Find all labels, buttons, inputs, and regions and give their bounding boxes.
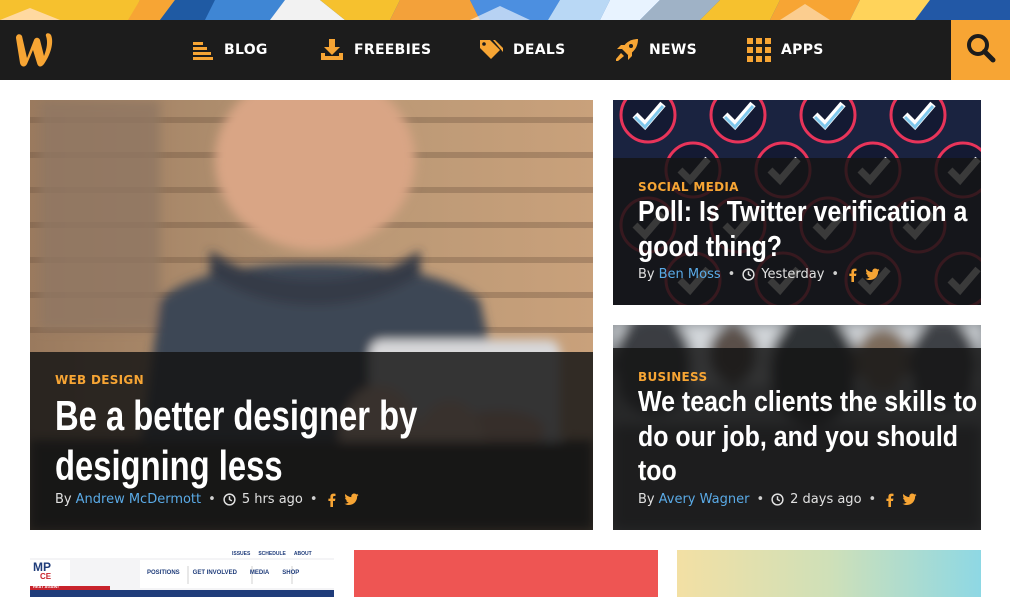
publish-time: 2 days ago [790,492,862,507]
featured-article-title-line: Be a better designer by [55,392,418,439]
bottom-card-site-menu: POSITIONS GET INVOLVED MEDIA SHOP [147,570,299,576]
meta-separator: • [309,492,318,507]
side-article-title-line: too [638,455,677,487]
clock-icon [223,493,236,506]
byline-prefix: By [55,492,72,507]
bottom-card-tagline: REAT AGAIN! [33,584,59,589]
meta-separator: • [868,492,877,507]
twitter-icon[interactable] [902,493,917,507]
publish-time: 5 hrs ago [241,492,303,507]
facebook-icon[interactable] [848,268,857,282]
featured-article-category: WEB DESIGN [55,373,144,387]
side-article-card[interactable]: SOCIAL MEDIA Poll: Is Twitter verificati… [613,100,981,305]
facebook-icon[interactable] [327,493,336,507]
nav-item-freebies-label: FREEBIES [354,42,432,58]
side-article-title[interactable]: We teach clients the skills to do our jo… [638,385,977,489]
clock-icon [742,268,755,281]
author-link[interactable]: Andrew McDermott [76,492,202,507]
side-article-title-line: We teach clients the skills to [638,386,978,418]
bottom-card-nav-item: ISSUES [232,551,251,557]
facebook-icon[interactable] [885,493,894,507]
author-link[interactable]: Ben Moss [659,267,721,282]
bottom-article-card[interactable] [677,550,981,597]
side-article-title-line: Poll: Is Twitter verification a [638,196,968,228]
nav-item-freebies[interactable]: FREEBIES [320,20,431,80]
side-article-meta: By Ben Moss • Yesterday • [638,267,888,282]
publish-time: Yesterday [761,267,825,282]
meta-separator: • [756,492,765,507]
bottom-card-menu-item: MEDIA [249,570,270,576]
bottom-card-logo-sub: CE [40,572,52,581]
side-article-card[interactable]: BUSINESS We teach clients the skills to … [613,325,981,530]
bottom-card-menu-item: SHOP [282,570,300,576]
byline-prefix: By [638,492,655,507]
featured-article-card[interactable]: WEB DESIGN Be a better designer by desig… [30,100,593,530]
meta-separator: • [831,267,840,282]
site-logo[interactable] [12,30,58,70]
bottom-article-card[interactable] [354,550,658,597]
meta-separator: • [727,267,736,282]
download-icon [320,39,344,61]
bottom-card-nav-item: ABOUT [293,551,312,557]
nav-item-apps[interactable]: APPS [747,20,824,80]
blog-icon [192,40,214,60]
side-article-title[interactable]: Poll: Is Twitter verification a good thi… [638,195,967,265]
top-decorative-stripe [0,0,1010,20]
rocket-icon [615,38,639,62]
featured-article-meta: By Andrew McDermott • 5 hrs ago • [55,492,367,507]
bottom-article-image [677,550,981,597]
nav-item-blog[interactable]: BLOG [192,20,268,80]
featured-article-title[interactable]: Be a better designer by designing less [55,391,417,491]
search-button[interactable] [951,20,1010,80]
tag-icon [479,39,503,61]
main-navbar: BLOG FREEBIES DEALS NEWS APPS [0,20,1010,80]
meta-separator: • [208,492,216,507]
twitter-icon[interactable] [865,268,880,282]
grid-icon [747,38,771,62]
side-article-meta: By Avery Wagner • 2 days ago • [638,492,925,507]
bottom-card-site-nav: ISSUES SCHEDULE ABOUT [232,551,312,557]
nav-item-deals[interactable]: DEALS [479,20,566,80]
bottom-card-menu-item: POSITIONS [147,570,180,576]
side-article-title-line: do our job, and you should [638,420,959,453]
nav-item-news-label: NEWS [649,42,698,58]
twitter-icon[interactable] [344,493,359,507]
byline-prefix: By [638,267,655,282]
clock-icon [771,493,784,506]
side-article-category: SOCIAL MEDIA [638,180,739,194]
bottom-article-image [354,550,658,597]
author-link[interactable]: Avery Wagner [659,492,750,507]
side-article-title-line: good thing? [638,231,783,263]
side-article-category: BUSINESS [638,370,708,384]
search-icon [966,33,996,68]
featured-article-title-line: designing less [55,442,283,489]
nav-item-blog-label: BLOG [224,42,268,58]
bottom-article-card[interactable]: ISSUES SCHEDULE ABOUT POSITIONS GET INVO… [30,550,334,597]
bottom-card-nav-item: SCHEDULE [258,551,286,557]
bottom-card-menu-item: GET INVOLVED [192,570,237,576]
nav-item-deals-label: DEALS [513,42,566,58]
nav-item-news[interactable]: NEWS [615,20,697,80]
nav-item-apps-label: APPS [781,42,824,58]
